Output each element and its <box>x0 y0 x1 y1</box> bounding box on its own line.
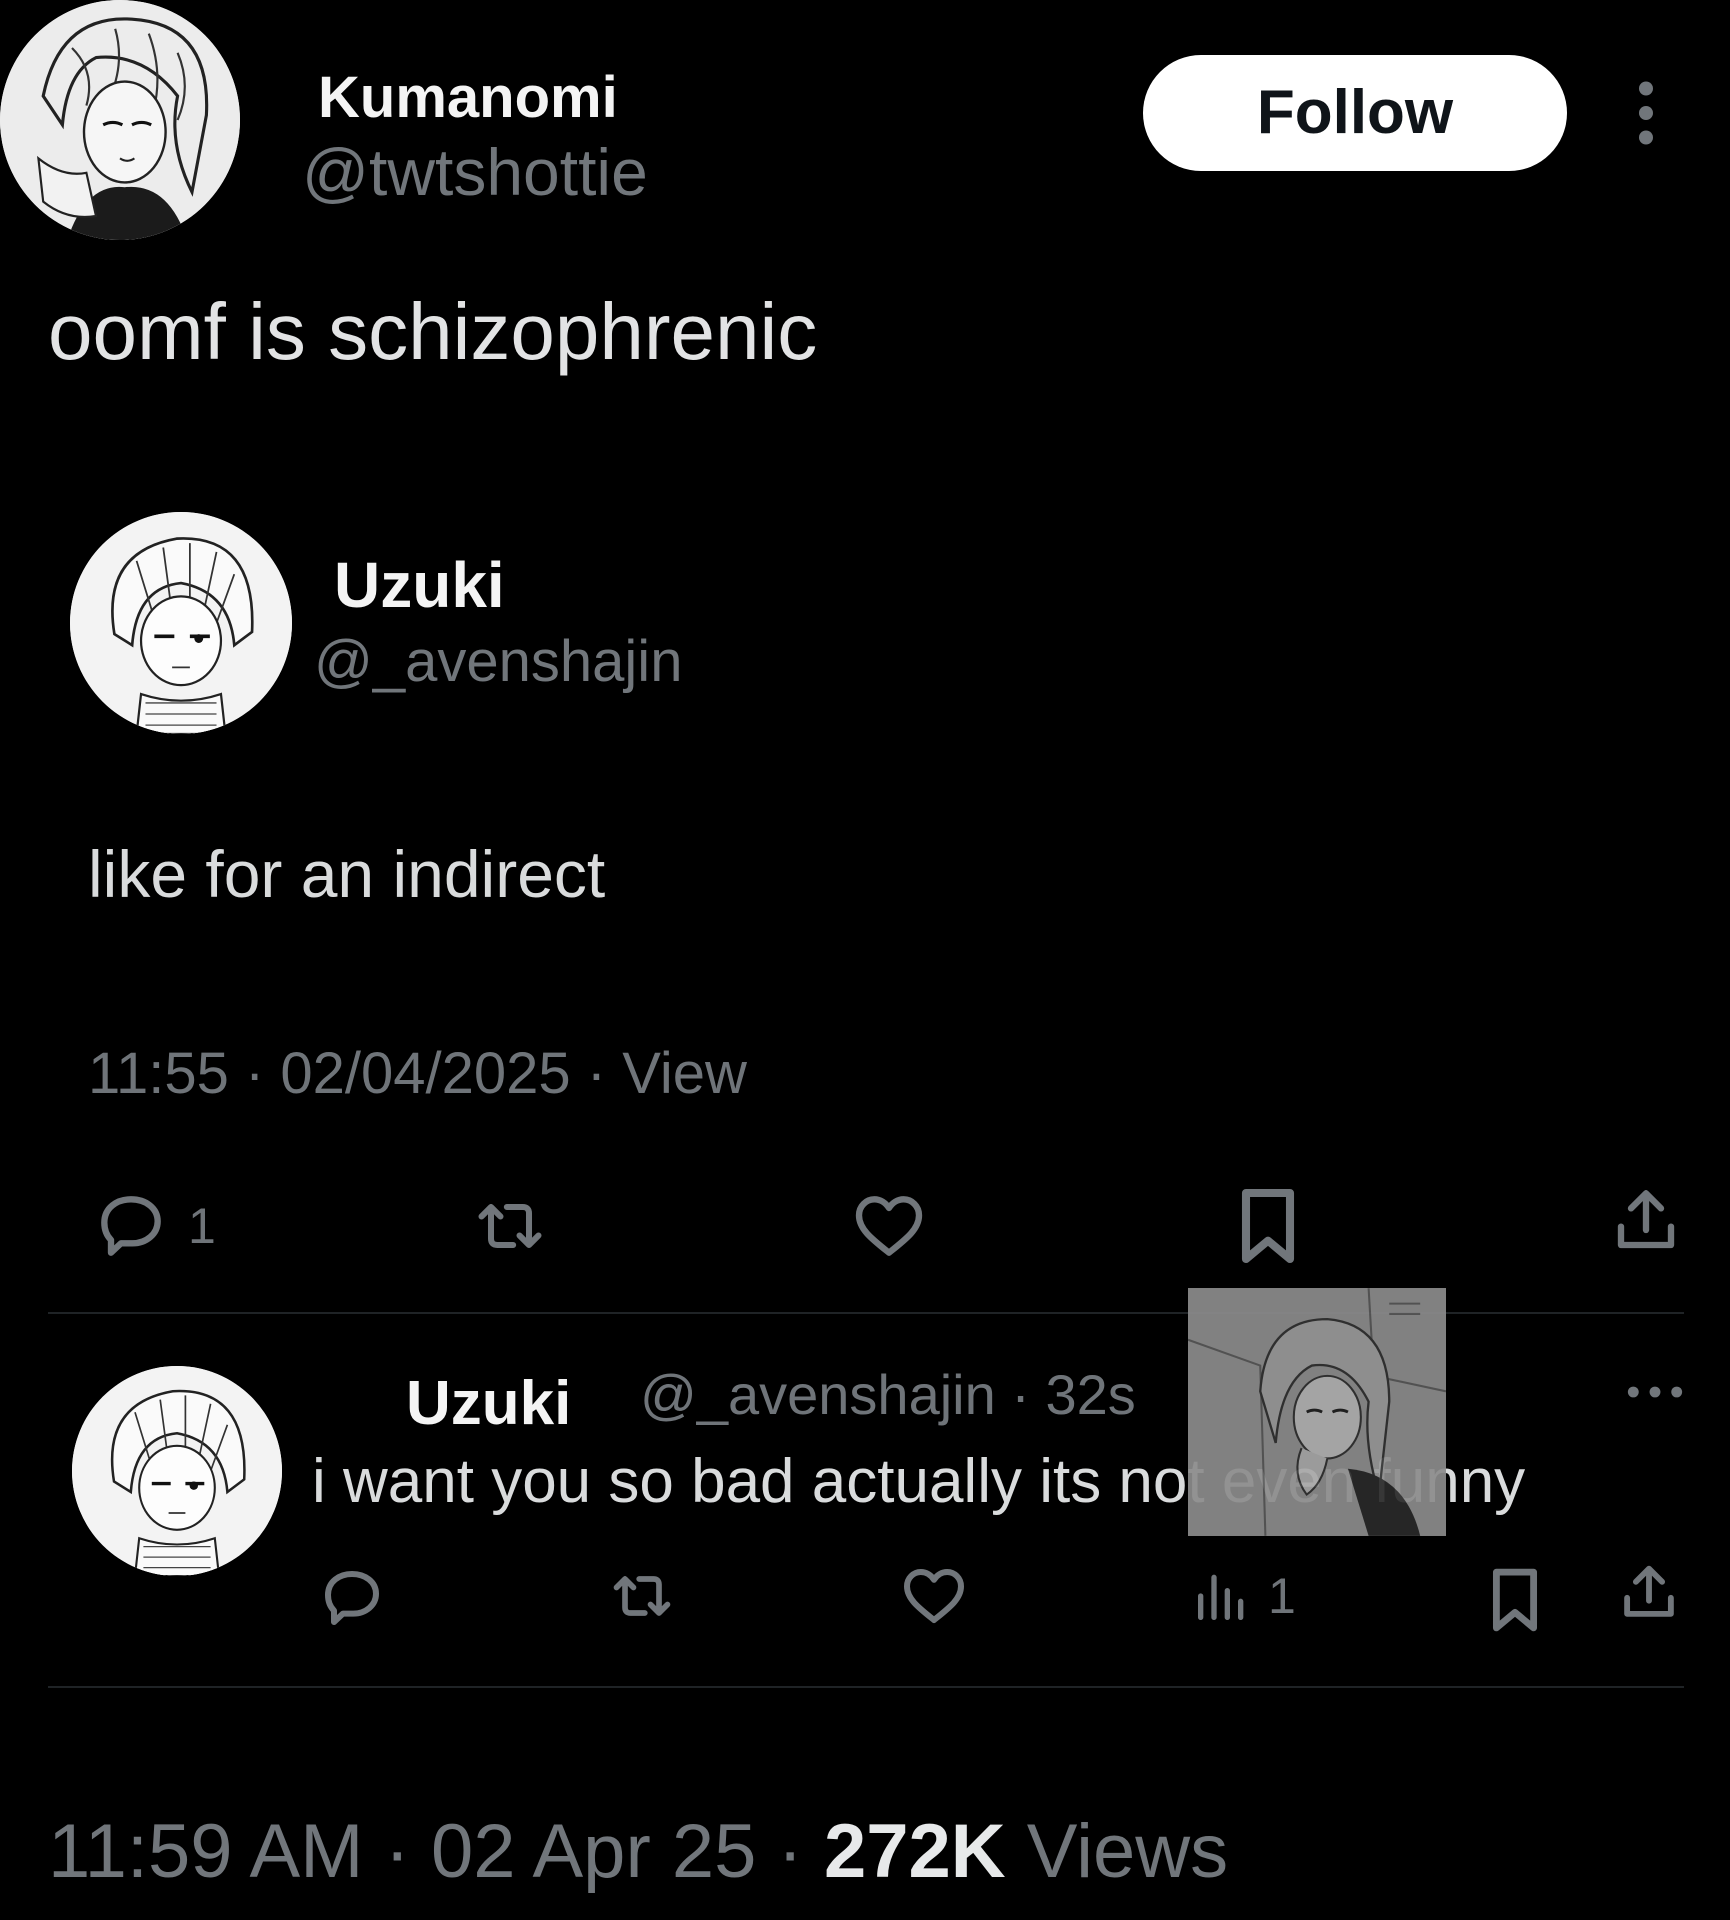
reply-icon[interactable] <box>88 1186 174 1266</box>
footer-separator: · <box>777 1809 803 1894</box>
reply-count: 1 <box>188 1198 216 1254</box>
bookmark-icon[interactable] <box>1484 1562 1546 1638</box>
author-handle[interactable]: @twtshottie <box>302 134 648 210</box>
views-count: 1 <box>1268 1568 1296 1624</box>
like-icon[interactable] <box>896 1560 972 1632</box>
reply-handle-time[interactable]: @_avenshajin · 32s <box>640 1362 1136 1427</box>
footer-separator: · <box>384 1809 410 1894</box>
tweet-time: 11:59 AM <box>48 1809 364 1894</box>
reply-author-display-name[interactable]: Uzuki <box>406 1368 571 1439</box>
reply-action[interactable]: 1 <box>88 1186 216 1266</box>
quoted-author-avatar[interactable] <box>70 512 292 734</box>
quoted-tweet-meta: 11:55 · 02/04/2025 · View <box>88 1041 747 1106</box>
retweet-icon[interactable] <box>602 1562 682 1630</box>
views-count[interactable]: 272K <box>824 1809 1006 1894</box>
views-label: Views <box>1026 1809 1229 1894</box>
like-icon[interactable] <box>846 1186 932 1266</box>
quoted-author-display-name[interactable]: Uzuki <box>334 548 505 622</box>
author-display-name[interactable]: Kumanomi <box>318 64 618 131</box>
tweet-date: 02 Apr 25 <box>431 1809 757 1894</box>
views-action[interactable]: 1 <box>1190 1560 1296 1632</box>
retweet-icon[interactable] <box>462 1188 558 1264</box>
share-icon[interactable] <box>1606 1180 1686 1260</box>
tweet-footer: 11:59 AM · 02 Apr 25 · 272K Views <box>48 1808 1228 1895</box>
quoted-author-handle[interactable]: @_avenshajin <box>314 628 682 695</box>
quoted-tweet-text: like for an indirect <box>88 837 606 911</box>
author-avatar[interactable] <box>0 0 240 240</box>
share-icon[interactable] <box>1614 1556 1684 1628</box>
more-vertical-icon[interactable] <box>1628 78 1664 148</box>
more-horizontal-icon[interactable] <box>1624 1380 1686 1404</box>
reply-icon[interactable] <box>314 1562 390 1634</box>
follow-button[interactable]: Follow <box>1143 55 1567 171</box>
tweet-text: oomf is schizophrenic <box>48 287 818 376</box>
reply-author-avatar[interactable] <box>72 1366 282 1576</box>
bookmark-icon[interactable] <box>1230 1182 1306 1270</box>
section-divider <box>48 1686 1684 1688</box>
sticker-image <box>1188 1288 1446 1536</box>
views-icon <box>1190 1560 1254 1632</box>
